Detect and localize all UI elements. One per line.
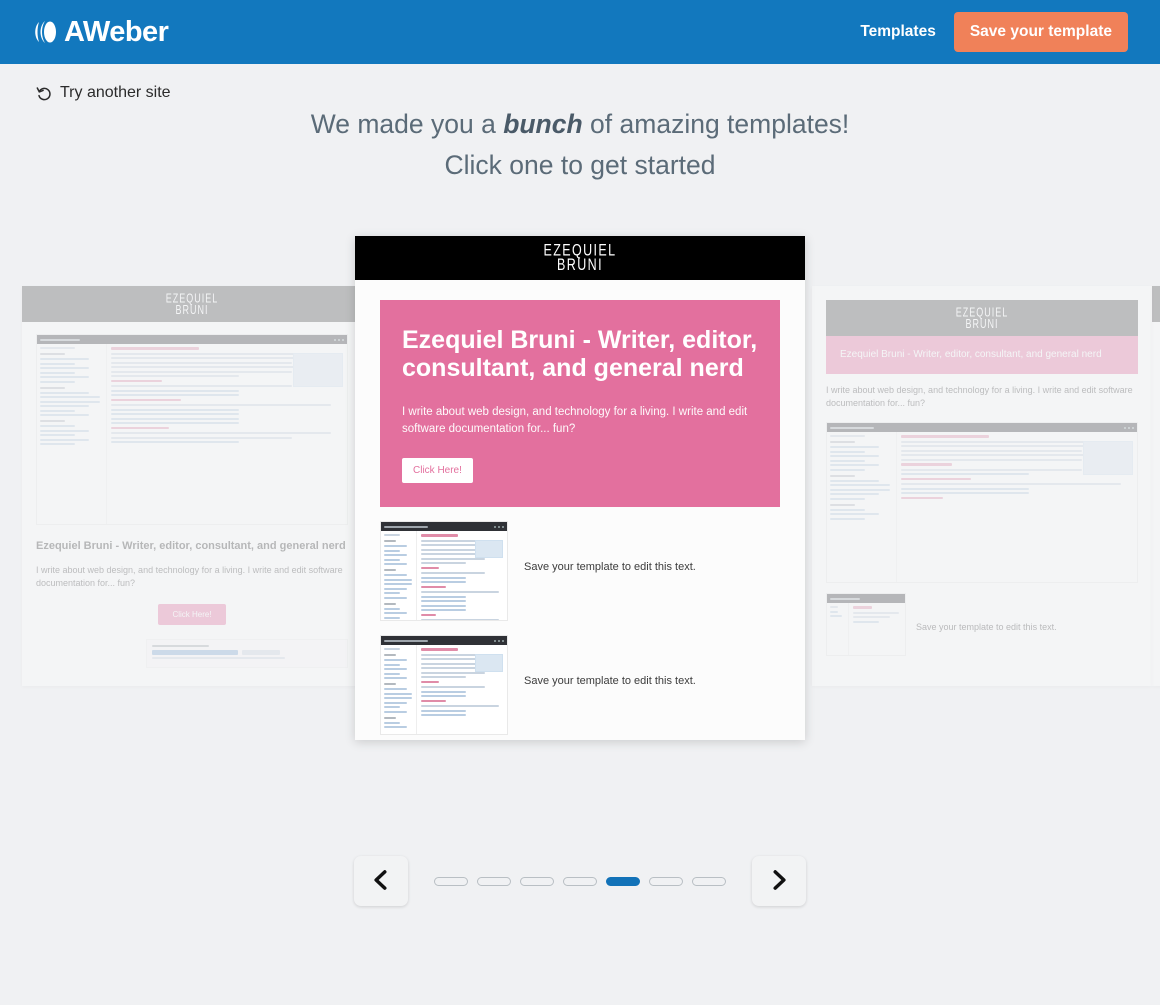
template-card-previous[interactable]: EZEQUIEL BRUNI Ezequiel Bruni - Writer, … bbox=[22, 286, 362, 686]
center-card-block-2-text: Save your template to edit this text. bbox=[524, 675, 696, 687]
chevron-right-icon bbox=[766, 867, 792, 896]
carousel-dots bbox=[434, 876, 726, 886]
right-card-brand: EZEQUIEL BRUNI bbox=[955, 305, 1009, 331]
right-card-heading: Ezequiel Bruni - Writer, editor, consult… bbox=[840, 349, 1102, 360]
center-card-content-block-2: Save your template to edit this text. bbox=[355, 621, 805, 735]
center-card-content-block-1: Save your template to edit this text. bbox=[355, 507, 805, 621]
carousel-dot-3[interactable] bbox=[520, 876, 554, 886]
left-card-signup-form bbox=[146, 639, 348, 668]
center-card-hero: Ezequiel Bruni - Writer, editor, consult… bbox=[380, 300, 780, 507]
right-card-screenshot-thumbnail bbox=[826, 422, 1138, 583]
left-card-brand: EZEQUIEL BRUNI bbox=[165, 291, 219, 317]
center-card-cta-button[interactable]: Click Here! bbox=[402, 458, 473, 483]
carousel-dot-6[interactable] bbox=[649, 876, 683, 886]
template-carousel: EZEQUIEL BRUNI Ezequiel Bruni - Writer, … bbox=[0, 0, 1160, 1005]
carousel-pagination bbox=[0, 856, 1160, 906]
carousel-dot-4[interactable] bbox=[563, 876, 597, 886]
center-card-brand-header: EZEQUIEL BRUNI bbox=[355, 236, 805, 280]
left-card-thumbnail-area: Ezequiel Bruni - Writer, editor, consult… bbox=[22, 322, 362, 668]
screenshot-thumbnail bbox=[380, 521, 508, 621]
right-card-brand-header: EZEQUIEL BRUNI bbox=[826, 300, 1138, 336]
chevron-left-icon bbox=[368, 867, 394, 896]
left-card-heading: Ezequiel Bruni - Writer, editor, consult… bbox=[36, 540, 346, 552]
screenshot-thumbnail bbox=[380, 635, 508, 735]
left-card-screenshot-thumbnail bbox=[36, 334, 348, 525]
right-card-save-text: Save your template to edit this text. bbox=[916, 622, 1057, 632]
right-card-body: I write about web design, and technology… bbox=[826, 385, 1133, 408]
center-card-brand: EZEQUIEL BRUNI bbox=[543, 241, 616, 275]
carousel-dot-2[interactable] bbox=[477, 876, 511, 886]
template-card-next[interactable]: EZEQUIEL BRUNI Ezequiel Bruni - Writer, … bbox=[812, 286, 1152, 686]
right-card-small-thumbnail bbox=[826, 593, 906, 656]
carousel-dot-7[interactable] bbox=[692, 876, 726, 886]
carousel-dot-5[interactable] bbox=[606, 876, 640, 886]
center-card-hero-body: I write about web design, and technology… bbox=[402, 406, 748, 435]
center-card-hero-heading: Ezequiel Bruni - Writer, editor, consult… bbox=[402, 326, 758, 382]
carousel-dot-1[interactable] bbox=[434, 876, 468, 886]
carousel-prev-button[interactable] bbox=[354, 856, 408, 906]
template-card-partial[interactable] bbox=[1152, 286, 1160, 686]
left-card-body: I write about web design, and technology… bbox=[36, 565, 343, 588]
center-card-brand-line2: BRUNI bbox=[557, 255, 603, 275]
right-card-pink-band: Ezequiel Bruni - Writer, editor, consult… bbox=[826, 336, 1138, 374]
left-card-cta-button[interactable]: Click Here! bbox=[158, 604, 226, 625]
left-card-brand-header: EZEQUIEL BRUNI bbox=[22, 286, 362, 322]
template-card-active[interactable]: EZEQUIEL BRUNI Ezequiel Bruni - Writer, … bbox=[355, 236, 805, 740]
center-card-block-1-text: Save your template to edit this text. bbox=[524, 561, 696, 573]
carousel-next-button[interactable] bbox=[752, 856, 806, 906]
